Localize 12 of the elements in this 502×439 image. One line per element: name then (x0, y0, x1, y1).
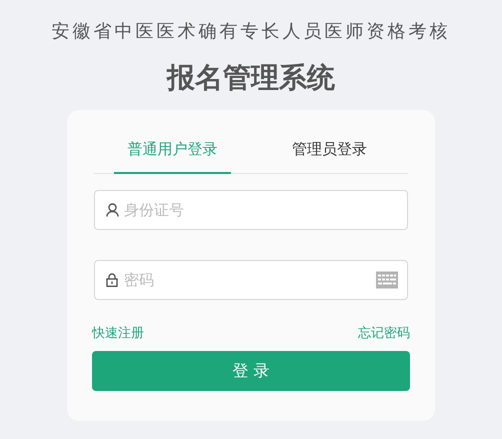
forgot-password-link[interactable]: 忘记密码 (358, 324, 410, 343)
subtitle: 安徽省中医医术确有专长人员医师资格考核 (50, 20, 452, 44)
keyboard-icon[interactable] (376, 271, 398, 288)
login-button[interactable]: 登 录 (92, 351, 410, 391)
user-icon (106, 202, 119, 216)
login-tab[interactable]: 管理员登录 (271, 130, 388, 174)
id-number-field[interactable]: 身份证号 (94, 190, 408, 230)
login-tab[interactable]: 普通用户登录 (114, 130, 231, 174)
register-link[interactable]: 快速注册 (92, 324, 144, 343)
page-title: 报名管理系统 (165, 60, 336, 96)
password-field[interactable]: 密码 (94, 260, 408, 300)
lock-icon (106, 272, 118, 286)
